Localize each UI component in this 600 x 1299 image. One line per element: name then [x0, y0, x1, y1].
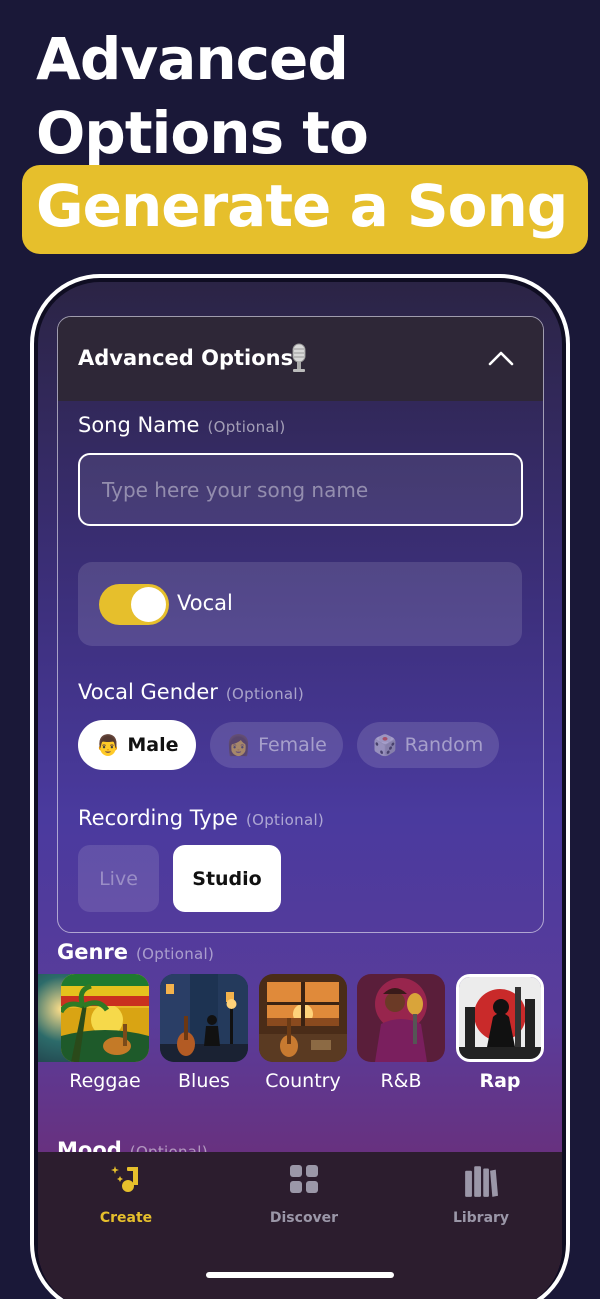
home-indicator [206, 1272, 394, 1278]
app-screen: Advanced Options Song Name (Optional) Ty… [38, 282, 562, 1299]
headline: Advanced Options to [36, 22, 369, 170]
vocal-gender-optional: (Optional) [225, 685, 305, 703]
vocal-gender-label: Vocal Gender (Optional) [78, 680, 304, 704]
genre-item-reggae[interactable]: Reggae [61, 974, 149, 1092]
headline-highlight-text: Generate a Song [36, 172, 568, 240]
advanced-options-header[interactable]: Advanced Options [58, 317, 543, 401]
genre-section-title: Genre (Optional) [57, 940, 214, 964]
genre-label: Rap [479, 1070, 521, 1092]
genre-title-text: Genre [57, 940, 129, 964]
recording-option-label: Studio [192, 867, 262, 890]
country-thumbnail [259, 974, 347, 1062]
recording-option-studio[interactable]: Studio [173, 845, 281, 912]
tab-library-label: Library [452, 1210, 510, 1226]
gender-option-label: Male [127, 734, 179, 756]
microphone-icon [292, 343, 306, 372]
genre-item-rnb[interactable]: R&B [357, 974, 445, 1092]
recording-type-label: Recording Type (Optional) [78, 806, 324, 830]
gender-option-female[interactable]: 👩 Female [210, 722, 343, 768]
advanced-options-title: Advanced Options [78, 346, 294, 370]
genre-label: R&B [380, 1070, 422, 1092]
gender-option-male[interactable]: 👨 Male [78, 720, 196, 770]
recording-type-label-text: Recording Type [78, 806, 238, 830]
genre-item-country[interactable]: Country [259, 974, 347, 1092]
genre-label: Reggae [69, 1070, 141, 1092]
vocal-toggle-knob [131, 587, 166, 622]
song-name-input[interactable] [78, 453, 523, 526]
gender-option-random[interactable]: 🎲 Random [357, 722, 499, 768]
chevron-up-icon[interactable] [488, 349, 514, 367]
gender-option-label: Female [258, 734, 327, 756]
tab-create-label: Create [99, 1210, 153, 1226]
grid-icon [290, 1165, 318, 1193]
rap-thumbnail [456, 974, 544, 1062]
tab-discover[interactable]: Discover [249, 1164, 359, 1226]
library-icon [465, 1166, 498, 1197]
advanced-options-panel: Advanced Options Song Name (Optional) Ty… [57, 316, 544, 933]
dice-emoji-icon: 🎲 [372, 733, 398, 757]
headline-highlight: Generate a Song [22, 165, 588, 254]
tab-create[interactable]: Create [71, 1164, 181, 1226]
tab-library[interactable]: Library [426, 1164, 536, 1226]
vocal-toggle[interactable] [99, 584, 169, 625]
recording-option-live[interactable]: Live [78, 845, 159, 912]
song-name-label: Song Name (Optional) [78, 413, 286, 437]
genre-label: Country [265, 1070, 341, 1092]
gender-option-label: Random [404, 734, 484, 756]
phone-frame: Advanced Options Song Name (Optional) Ty… [30, 274, 570, 1299]
genre-optional: (Optional) [136, 945, 215, 963]
woman-emoji-icon: 👩 [226, 733, 252, 757]
genre-item-rap[interactable]: Rap [456, 974, 544, 1092]
music-note-sparkle-icon [111, 1166, 138, 1192]
reggae-thumbnail [61, 974, 149, 1062]
song-name-optional: (Optional) [207, 418, 286, 436]
vocal-card: Vocal [78, 562, 522, 646]
recording-option-label: Live [99, 867, 138, 890]
song-name-label-text: Song Name [78, 413, 200, 437]
vocal-gender-label-text: Vocal Gender [78, 680, 218, 704]
headline-line-1: Advanced [36, 25, 349, 93]
genre-item-blues[interactable]: Blues [160, 974, 248, 1092]
man-emoji-icon: 👨 [95, 733, 121, 757]
recording-type-optional: (Optional) [245, 811, 325, 829]
rnb-thumbnail [357, 974, 445, 1062]
blues-thumbnail [160, 974, 248, 1062]
genre-label: Blues [178, 1070, 230, 1092]
vocal-label: Vocal [177, 591, 233, 615]
tab-discover-label: Discover [269, 1210, 339, 1226]
headline-line-2: Options to [36, 99, 369, 167]
